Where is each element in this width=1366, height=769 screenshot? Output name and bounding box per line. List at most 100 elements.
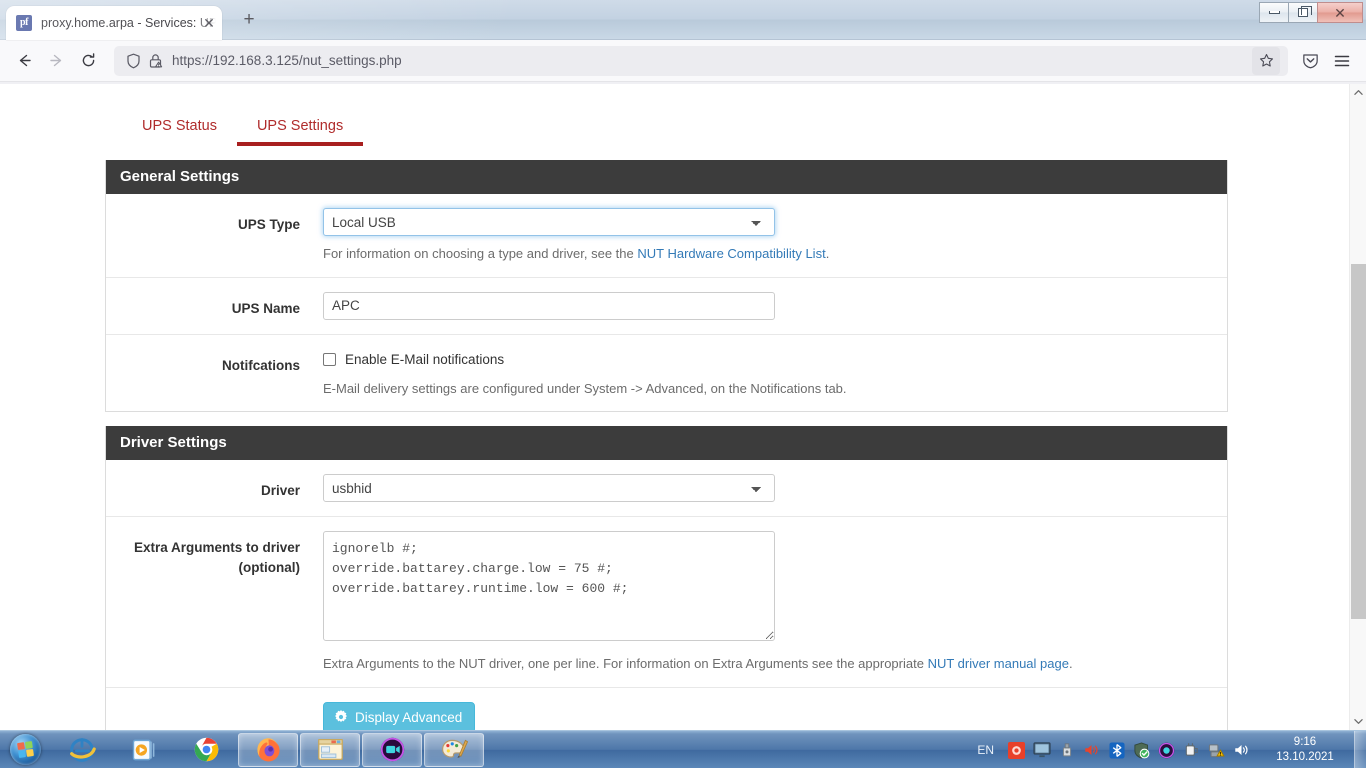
power-plug-icon[interactable]: [1181, 740, 1202, 760]
taskbar-item-windows-media-player[interactable]: [114, 733, 174, 767]
hamburger-menu-icon: [1334, 55, 1350, 66]
windows-logo-icon: [9, 734, 41, 765]
browser-tab-active[interactable]: pf proxy.home.arpa - Services: UPS ✕: [6, 6, 222, 40]
label-ups-type: UPS Type: [237, 217, 300, 232]
taskbar-item-internet-explorer[interactable]: [52, 733, 112, 767]
browser-tab-title: proxy.home.arpa - Services: UPS: [41, 16, 216, 30]
ups-type-select[interactable]: Local USB: [323, 208, 775, 236]
taskbar-item-windows-explorer[interactable]: [300, 732, 360, 767]
scroll-down-arrow-icon[interactable]: [1350, 713, 1366, 730]
label-extra-arguments: Extra Arguments to driver (optional): [106, 531, 300, 577]
forward-button[interactable]: [40, 46, 72, 76]
recording-indicator-icon[interactable]: [1006, 740, 1027, 760]
form-row-extra-arguments: Extra Arguments to driver (optional) ign…: [106, 517, 1227, 688]
start-button[interactable]: [0, 731, 50, 769]
browser-titlebar: pf proxy.home.arpa - Services: UPS ✕ + ✕: [0, 0, 1366, 40]
volume-mute-icon[interactable]: [1081, 740, 1102, 760]
tab-ups-status[interactable]: UPS Status: [122, 108, 237, 146]
page-scrollbar[interactable]: [1349, 84, 1366, 730]
form-row-ups-type: UPS Type Local USB For information on ch…: [106, 194, 1227, 278]
maximize-icon: [1298, 6, 1312, 17]
bluetooth-icon[interactable]: [1106, 740, 1127, 760]
form-row-notifications: Notifcations Enable E-Mail notifications…: [106, 335, 1227, 412]
control-notifications: Enable E-Mail notifications E-Mail deliv…: [300, 349, 1227, 398]
tab-ups-settings[interactable]: UPS Settings: [236, 108, 364, 146]
app-menu-button[interactable]: [1326, 46, 1358, 76]
help-prefix: Extra Arguments to the NUT driver, one p…: [323, 656, 928, 672]
camera-recorder-icon: [380, 737, 404, 762]
label-driver: Driver: [260, 483, 300, 499]
driver-select[interactable]: usbhid: [323, 474, 775, 503]
lock-warning-icon[interactable]: [144, 53, 166, 69]
scroll-up-arrow-icon[interactable]: [1350, 84, 1366, 101]
nut-driver-manual-link[interactable]: NUT driver manual page: [928, 656, 1069, 671]
firefox-icon: [256, 738, 280, 762]
pfsense-favicon-icon: pf: [16, 15, 32, 31]
display-advanced-button[interactable]: Display Advanced: [323, 701, 476, 730]
bookmark-star-button[interactable]: [1252, 46, 1280, 75]
security-shield-icon[interactable]: [1131, 740, 1152, 760]
nut-hcl-link[interactable]: NUT Hardware Compatibility List: [637, 246, 825, 261]
internet-explorer-icon: [70, 737, 96, 762]
help-suffix: .: [825, 246, 830, 261]
taskbar-item-ms-paint[interactable]: [424, 732, 484, 767]
panel-heading-general: General Settings: [106, 160, 1227, 194]
reload-button[interactable]: [72, 46, 104, 76]
checkbox-label-email[interactable]: Enable E-Mail notifications: [345, 352, 504, 367]
label-extra-arguments-line1: Extra Arguments to driver: [133, 540, 300, 556]
media-player-icon: [132, 739, 155, 760]
minimize-window-button[interactable]: [1259, 2, 1288, 23]
display-monitor-icon[interactable]: [1031, 740, 1052, 760]
pocket-button[interactable]: [1294, 46, 1326, 76]
pocket-icon: [1302, 54, 1318, 69]
forward-arrow-icon: [49, 54, 61, 67]
taskbar-item-camera-recorder[interactable]: [362, 732, 422, 767]
close-tab-icon[interactable]: ✕: [201, 15, 217, 31]
tray-language-indicator[interactable]: EN: [977, 743, 994, 757]
page-tab-bar: UPS Status UPS Settings: [0, 84, 1349, 146]
new-tab-button[interactable]: +: [236, 7, 262, 33]
shield-icon[interactable]: [122, 53, 144, 69]
camera-app-icon[interactable]: [1156, 740, 1177, 760]
checkbox-line-email: Enable E-Mail notifications: [323, 349, 1227, 371]
maximize-window-button[interactable]: [1288, 2, 1317, 23]
ups-name-input[interactable]: [323, 291, 775, 320]
usb-eject-icon[interactable]: [1056, 740, 1077, 760]
window-controls: ✕: [1259, 2, 1363, 24]
control-extra-arguments: ignorelb #; override.battarey.charge.low…: [300, 531, 1227, 673]
control-driver: usbhid: [300, 474, 1227, 503]
help-suffix: .: [1068, 656, 1073, 672]
back-arrow-icon: [19, 54, 31, 67]
display-advanced-label: Display Advanced: [355, 709, 463, 725]
tab-strip: pf proxy.home.arpa - Services: UPS ✕ +: [0, 0, 262, 40]
extra-arguments-textarea[interactable]: ignorelb #; override.battarey.charge.low…: [323, 531, 775, 642]
panel-general-settings: General Settings UPS Type Local USB For …: [105, 160, 1228, 413]
page-viewport: UPS Status UPS Settings General Settings…: [0, 84, 1366, 730]
close-window-button[interactable]: ✕: [1317, 2, 1363, 23]
show-desktop-button[interactable]: [1354, 731, 1366, 769]
label-display-advanced-spacer: [106, 702, 300, 709]
enable-email-checkbox[interactable]: [323, 353, 336, 367]
network-warning-icon[interactable]: [1206, 740, 1227, 760]
windows-taskbar: EN 9:16 13.10.2021: [0, 730, 1366, 769]
url-bar[interactable]: https://192.168.3.125/nut_settings.php: [114, 45, 1288, 76]
back-button[interactable]: [8, 46, 40, 76]
taskbar-item-mozilla-firefox[interactable]: [238, 732, 298, 767]
browser-navbar: https://192.168.3.125/nut_settings.php: [0, 40, 1366, 82]
minimize-icon: [1268, 11, 1280, 14]
pfsense-page: UPS Status UPS Settings General Settings…: [0, 84, 1349, 730]
paint-palette-icon: [442, 739, 468, 758]
scrollbar-thumb[interactable]: [1351, 264, 1366, 619]
explorer-folder-icon: [317, 738, 343, 761]
taskbar-item-google-chrome[interactable]: [176, 733, 236, 767]
system-tray: EN 9:16 13.10.2021: [977, 731, 1366, 769]
form-row-ups-name: UPS Name: [106, 278, 1227, 335]
panel-heading-driver: Driver Settings: [106, 426, 1227, 461]
taskbar-clock[interactable]: 9:16 13.10.2021: [1260, 735, 1350, 765]
form-row-driver: Driver usbhid: [106, 460, 1227, 518]
form-row-display-advanced: Display Advanced: [106, 688, 1227, 730]
close-icon: ✕: [1334, 4, 1346, 21]
speaker-icon[interactable]: [1231, 740, 1252, 760]
clock-date: 13.10.2021: [1276, 751, 1334, 763]
label-ups-name: UPS Name: [231, 300, 300, 316]
